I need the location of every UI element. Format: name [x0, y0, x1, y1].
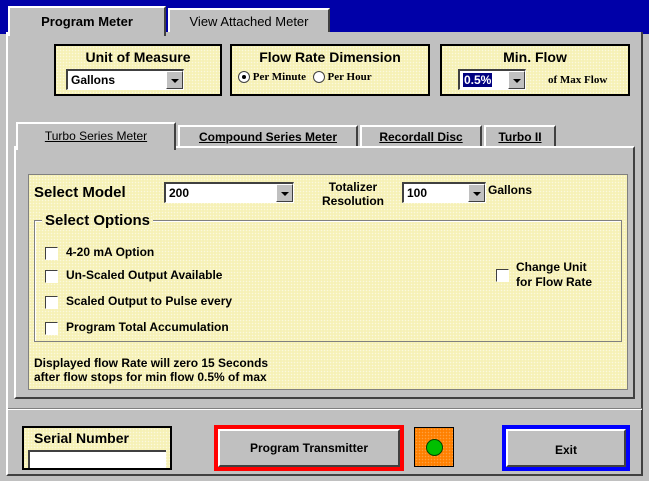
chevron-down-icon[interactable] [166, 71, 183, 89]
change-unit-label: Change Unit for Flow Rate [516, 260, 592, 290]
flow-rate-dimension-group: Flow Rate Dimension Per Minute Per Hour [230, 44, 430, 96]
tab-turbo-ii[interactable]: Turbo II [484, 125, 556, 147]
select-options-title: Select Options [42, 212, 154, 229]
exit-button[interactable]: Exit [502, 425, 630, 471]
serial-number-input[interactable] [28, 450, 166, 468]
exit-label: Exit [506, 429, 626, 467]
per-minute-label: Per Minute [252, 71, 307, 83]
chevron-down-icon[interactable] [276, 184, 293, 202]
serial-number-label: Serial Number [34, 430, 129, 446]
option-scaled-output-label: Scaled Output to Pulse every [66, 294, 233, 308]
min-flow-select[interactable]: 0.5% [458, 69, 526, 90]
change-unit-line2: for Flow Rate [516, 275, 593, 289]
chevron-down-icon[interactable] [468, 184, 485, 202]
info-line1: Displayed flow Rate will zero 15 Seconds [34, 356, 269, 370]
option-total-accumulation-checkbox[interactable] [45, 322, 58, 335]
min-flow-info: Displayed flow Rate will zero 15 Seconds… [34, 356, 268, 384]
option-4-20ma-checkbox[interactable] [45, 247, 58, 260]
option-unscaled-output-checkbox[interactable] [45, 270, 58, 283]
tab-turbo-series-label: Turbo Series Meter [44, 129, 148, 143]
min-flow-value: 0.5% [463, 73, 493, 87]
tab-view-attached-meter[interactable]: View Attached Meter [168, 8, 330, 32]
serial-number-group: Serial Number [22, 426, 172, 470]
per-hour-radio[interactable] [312, 71, 325, 84]
tab-turbo-series-meter[interactable]: Turbo Series Meter [16, 122, 176, 150]
option-4-20ma-label: 4-20 mA Option [66, 245, 155, 259]
min-flow-title: Min. Flow [503, 49, 567, 65]
unit-of-measure-select[interactable]: Gallons [66, 69, 184, 90]
tab-recordall-disc[interactable]: Recordall Disc [360, 125, 482, 147]
tab-program-meter[interactable]: Program Meter [8, 6, 166, 36]
min-flow-group: Min. Flow 0.5% of Max Flow [440, 44, 630, 96]
totalizer-resolution-label: Totalizer Resolution [316, 180, 390, 208]
select-model-label: Select Model [34, 184, 126, 201]
change-unit-line1: Change Unit [516, 260, 587, 274]
select-model-value: 200 [169, 186, 190, 200]
separator [8, 408, 642, 410]
program-transmitter-label: Program Transmitter [218, 429, 400, 467]
totalizer-unit: Gallons [488, 183, 533, 197]
per-hour-label: Per Hour [327, 71, 372, 83]
program-transmitter-button[interactable]: Program Transmitter [214, 425, 404, 471]
status-led-icon [426, 439, 443, 456]
chevron-down-icon[interactable] [508, 71, 525, 89]
totalizer-label-line2: Resolution [322, 194, 384, 208]
option-total-accumulation-label: Program Total Accumulation [66, 320, 229, 334]
totalizer-resolution-value: 100 [407, 186, 428, 200]
per-minute-radio[interactable] [238, 71, 250, 84]
unit-of-measure-group: Unit of Measure Gallons [54, 44, 222, 96]
info-line2: after flow stops for min flow 0.5% of ma… [34, 370, 267, 384]
flow-rate-dimension-title: Flow Rate Dimension [259, 49, 401, 65]
totalizer-label-line1: Totalizer [328, 180, 378, 194]
unit-of-measure-value: Gallons [71, 73, 116, 87]
option-scaled-output-checkbox[interactable] [45, 296, 58, 309]
tab-compound-series-meter[interactable]: Compound Series Meter [178, 125, 358, 147]
option-unscaled-output-label: Un-Scaled Output Available [66, 268, 223, 282]
select-model-dropdown[interactable]: 200 [164, 182, 294, 203]
status-indicator [414, 427, 454, 467]
unit-of-measure-title: Unit of Measure [85, 49, 191, 65]
min-flow-suffix: of Max Flow [548, 74, 608, 86]
totalizer-resolution-dropdown[interactable]: 100 [402, 182, 486, 203]
change-unit-checkbox[interactable] [496, 269, 509, 282]
